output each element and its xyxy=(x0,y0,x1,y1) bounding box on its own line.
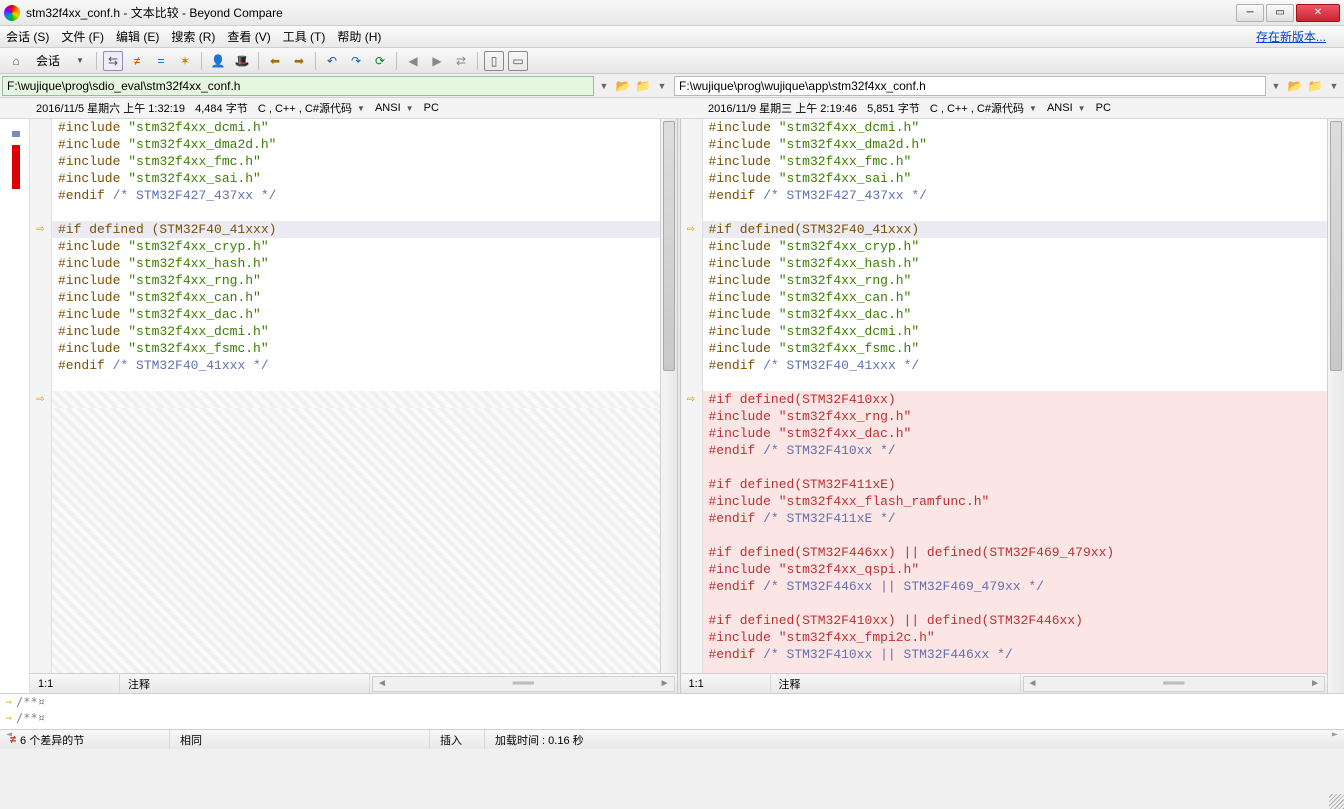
left-enc-dropdown-icon[interactable]: ▼ xyxy=(403,104,417,113)
dropdown-icon[interactable]: ▼ xyxy=(70,51,90,71)
right-section-label: 注释 xyxy=(771,674,1021,693)
title-bar: stm32f4xx_conf.h - 文本比较 - Beyond Compare… xyxy=(0,0,1344,26)
same-icon[interactable]: = xyxy=(151,51,171,71)
right-horizontal-scrollbar[interactable]: ◄═══► xyxy=(1023,676,1326,692)
status-insert-mode: 插入 xyxy=(430,730,485,749)
right-enc-dropdown-icon[interactable]: ▼ xyxy=(1075,104,1089,113)
all-icon[interactable]: ⇆ xyxy=(103,51,123,71)
menu-edit[interactable]: 编辑 (E) xyxy=(116,28,159,45)
diffs-icon[interactable]: ≠ xyxy=(127,51,147,71)
maximize-button[interactable]: ▭ xyxy=(1266,4,1294,22)
refresh-icon[interactable]: ⟳ xyxy=(370,51,390,71)
separator xyxy=(201,52,202,70)
menu-file[interactable]: 文件 (F) xyxy=(61,28,104,45)
toolbar: ⌂ 会话 ▼ ⇆ ≠ = ✶ 👤 🎩 ⬅ ➡ ↶ ↷ ⟳ ◀ ▶ ⇄ ▯ ▭ xyxy=(0,48,1344,74)
left-cursor-pos: 1:1 xyxy=(30,674,120,693)
resize-grip-icon[interactable] xyxy=(1329,794,1344,809)
new-version-link[interactable]: 存在新版本... xyxy=(1256,28,1326,45)
right-path-dropdown-icon[interactable]: ▼ xyxy=(1268,76,1284,96)
layout1-icon[interactable]: ▯ xyxy=(484,51,504,71)
copy-left-icon[interactable]: ⬅ xyxy=(265,51,285,71)
right-open-icon[interactable]: 📂 xyxy=(1286,77,1304,95)
menu-search[interactable]: 搜索 (R) xyxy=(171,28,215,45)
window-title: stm32f4xx_conf.h - 文本比较 - Beyond Compare xyxy=(26,4,1234,21)
left-file-size: 4,484 字节 xyxy=(195,100,248,116)
right-path-input[interactable] xyxy=(674,76,1266,96)
minimize-button[interactable]: ─ xyxy=(1236,4,1264,22)
right-file-size: 5,851 字节 xyxy=(867,100,920,116)
separator xyxy=(396,52,397,70)
separator xyxy=(258,52,259,70)
left-gutter: ⇨⇨ xyxy=(30,119,52,673)
left-browse-icon[interactable]: 📁 xyxy=(634,77,652,95)
right-pane: ⇨⇨ #include "stm32f4xx_dcmi.h"#include "… xyxy=(681,119,1328,693)
right-file-date: 2016/11/9 星期三 上午 2:19:46 xyxy=(708,100,857,116)
right-file-platform: PC xyxy=(1096,102,1111,114)
undo-icon[interactable]: ↶ xyxy=(322,51,342,71)
diff-indicator-icon: ≠ xyxy=(10,734,16,746)
layout2-icon[interactable]: ▭ xyxy=(508,51,528,71)
arrow-icon: ⇨ xyxy=(6,697,12,708)
left-vertical-scrollbar[interactable] xyxy=(660,119,677,673)
arrow-icon: ⇨ xyxy=(6,713,12,724)
next-diff-icon[interactable]: ▶ xyxy=(427,51,447,71)
right-lang-dropdown-icon[interactable]: ▼ xyxy=(1026,104,1040,113)
bottom-line-viewer: ⇨/**¤ ⇨/**¤ ◄► xyxy=(0,693,1344,729)
right-pane-statusbar: 1:1 注释 ◄═══► xyxy=(681,673,1328,693)
compare-area: ⇨⇨ #include "stm32f4xx_dcmi.h"#include "… xyxy=(0,119,1344,693)
separator xyxy=(477,52,478,70)
app-icon xyxy=(4,5,20,21)
left-section-label: 注释 xyxy=(120,674,370,693)
rules-icon[interactable]: ✶ xyxy=(175,51,195,71)
thumbnail-column[interactable] xyxy=(0,119,30,693)
left-file-date: 2016/11/5 星期六 上午 1:32:19 xyxy=(36,100,185,116)
left-path-dropdown-icon[interactable]: ▼ xyxy=(596,76,612,96)
info-bar: 2016/11/5 星期六 上午 1:32:19 4,484 字节 C , C+… xyxy=(0,98,1344,119)
right-code-body[interactable]: #include "stm32f4xx_dcmi.h"#include "stm… xyxy=(703,119,1328,673)
redo-icon[interactable]: ↷ xyxy=(346,51,366,71)
menu-bar: 会话 (S) 文件 (F) 编辑 (E) 搜索 (R) 查看 (V) 工具 (T… xyxy=(0,26,1344,48)
left-file-lang: C , C++ , C#源代码 xyxy=(258,100,352,116)
left-pane: ⇨⇨ #include "stm32f4xx_dcmi.h"#include "… xyxy=(30,119,677,693)
menu-view[interactable]: 查看 (V) xyxy=(227,28,270,45)
status-bar: ≠ 6 个差异的节 相同 插入 加载时间 : 0.16 秒 xyxy=(0,729,1344,749)
copy-right-icon[interactable]: ➡ xyxy=(289,51,309,71)
separator xyxy=(96,52,97,70)
left-file-platform: PC xyxy=(424,102,439,114)
left-code-body[interactable]: #include "stm32f4xx_dcmi.h"#include "stm… xyxy=(52,119,660,673)
wizard-icon[interactable]: 🎩 xyxy=(232,51,252,71)
close-button[interactable]: ✕ xyxy=(1296,4,1340,22)
main-vertical-scrollbar[interactable] xyxy=(1327,119,1344,693)
left-lang-dropdown-icon[interactable]: ▼ xyxy=(354,104,368,113)
home-icon[interactable]: ⌂ xyxy=(6,51,26,71)
right-browse-dropdown-icon[interactable]: ▼ xyxy=(1326,76,1342,96)
swap-icon[interactable]: ⇄ xyxy=(451,51,471,71)
person-icon[interactable]: 👤 xyxy=(208,51,228,71)
status-same: 相同 xyxy=(170,730,430,749)
status-load-time: 加载时间 : 0.16 秒 xyxy=(485,730,1344,749)
left-browse-dropdown-icon[interactable]: ▼ xyxy=(654,76,670,96)
bottom-line-2: /**¤ xyxy=(16,711,45,725)
prev-diff-icon[interactable]: ◀ xyxy=(403,51,423,71)
left-pane-statusbar: 1:1 注释 ◄═══► xyxy=(30,673,677,693)
right-browse-icon[interactable]: 📁 xyxy=(1306,77,1324,95)
path-bar: ▼ 📂 📁 ▼ ▼ 📂 📁 ▼ xyxy=(0,74,1344,98)
left-horizontal-scrollbar[interactable]: ◄═══► xyxy=(372,676,675,692)
left-open-icon[interactable]: 📂 xyxy=(614,77,632,95)
separator xyxy=(315,52,316,70)
right-file-encoding: ANSI xyxy=(1047,102,1073,114)
menu-help[interactable]: 帮助 (H) xyxy=(337,28,381,45)
menu-session[interactable]: 会话 (S) xyxy=(6,28,49,45)
session-dropdown[interactable]: 会话 xyxy=(30,52,66,69)
left-file-encoding: ANSI xyxy=(375,102,401,114)
right-gutter: ⇨⇨ xyxy=(681,119,703,673)
menu-tools[interactable]: 工具 (T) xyxy=(283,28,326,45)
bottom-line-1: /**¤ xyxy=(16,695,45,709)
left-path-input[interactable] xyxy=(2,76,594,96)
status-diff-count: 6 个差异的节 xyxy=(20,732,84,748)
right-file-lang: C , C++ , C#源代码 xyxy=(930,100,1024,116)
right-cursor-pos: 1:1 xyxy=(681,674,771,693)
